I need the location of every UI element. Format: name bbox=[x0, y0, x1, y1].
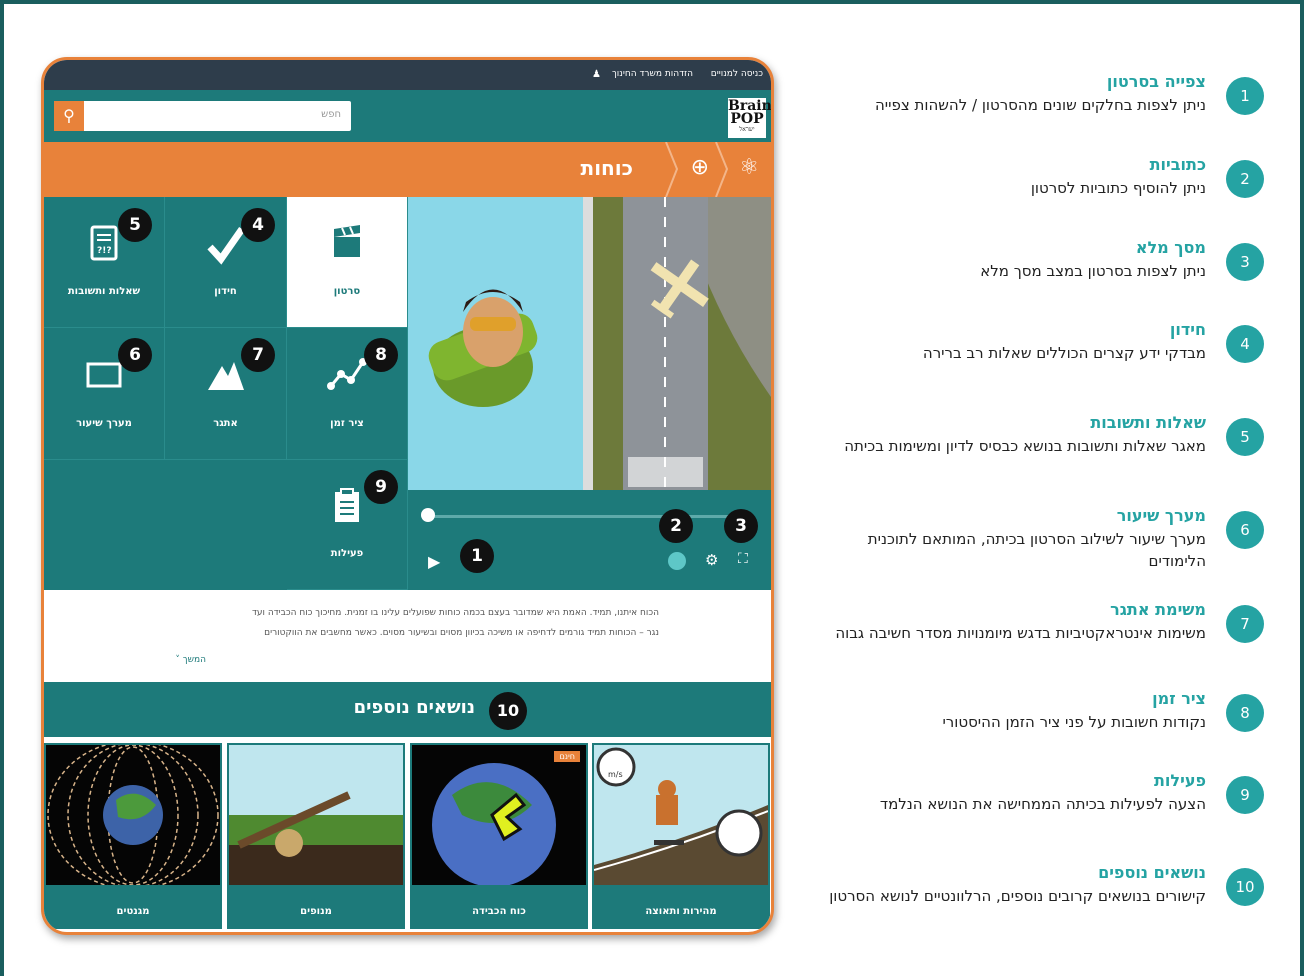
legend-title: משימת אתגר bbox=[1110, 600, 1206, 619]
topic-card-magnets[interactable]: מגנטים bbox=[44, 743, 222, 929]
ministry-login-link[interactable]: הזדהות משרד החינוך bbox=[612, 69, 693, 79]
legend-title: שאלות ותשובות bbox=[1090, 413, 1206, 432]
legend-number: 1 bbox=[1226, 77, 1264, 115]
topic-card-label: מהירות ותאוצה bbox=[645, 906, 717, 917]
search-input[interactable]: חפש bbox=[321, 109, 341, 120]
video-illustration bbox=[428, 197, 771, 490]
clapperboard-icon bbox=[287, 225, 407, 268]
levers-image bbox=[229, 745, 403, 885]
description-line-2: נגר – הכוחות תמיד גורמים לדחיפה או משיכה… bbox=[264, 628, 659, 638]
topic-card-label: מגנטים bbox=[116, 906, 150, 917]
legend-title: פעילות bbox=[1154, 771, 1206, 790]
legend-title: חידון bbox=[1169, 320, 1206, 339]
progress-track[interactable] bbox=[423, 515, 753, 518]
quiz-label: חידון bbox=[214, 286, 237, 297]
progress-handle[interactable] bbox=[421, 508, 435, 522]
timeline-label: ציר זמן bbox=[330, 418, 364, 429]
brainpop-page-mockup: כניסה למנויים הזדהות משרד החינוך ♟ Brain… bbox=[41, 57, 774, 935]
logo-text-sub: ישראל bbox=[739, 126, 755, 133]
magnets-image bbox=[46, 745, 220, 885]
movie-tile[interactable]: סרטון bbox=[287, 197, 408, 328]
legend-number: 7 bbox=[1226, 605, 1264, 643]
free-badge: חינם bbox=[554, 751, 580, 762]
badge-3: 3 bbox=[724, 509, 758, 543]
video-controls: ▶ ⚙ ⛶ bbox=[408, 490, 771, 590]
badge-6: 6 bbox=[118, 338, 152, 372]
speed-dial-unit: m/s bbox=[608, 770, 623, 779]
legend-number: 2 bbox=[1226, 160, 1264, 198]
science-atom-icon[interactable]: ⚛ bbox=[739, 155, 759, 180]
more-topics-bar: נושאים נוספים 10 bbox=[44, 682, 771, 737]
legend-number: 4 bbox=[1226, 325, 1264, 363]
legend-number: 3 bbox=[1226, 243, 1264, 281]
legend-desc: הצעה לפעילות בכיתה הממחישה את הנושא הנלמ… bbox=[879, 795, 1206, 813]
speed-image: m/s bbox=[594, 745, 768, 885]
video-frame[interactable] bbox=[408, 197, 771, 490]
legend-desc: ניתן לצפות בסרטון במצב מסך מלא bbox=[980, 262, 1206, 280]
topic-card-levers[interactable]: מנופים bbox=[227, 743, 405, 929]
read-more-link[interactable]: המשך ˅ bbox=[175, 655, 206, 665]
legend-title: צפייה בסרטון bbox=[1106, 72, 1206, 91]
badge-5: 5 bbox=[118, 208, 152, 242]
legend-desc: ניתן להוסיף כתוביות לסרטון bbox=[1030, 179, 1206, 197]
top-bar: כניסה למנויים הזדהות משרד החינוך ♟ bbox=[44, 60, 771, 90]
play-icon[interactable]: ▶ bbox=[428, 552, 440, 571]
brainpop-logo[interactable]: Brain POP ישראל bbox=[728, 98, 771, 138]
legend-number: 8 bbox=[1226, 694, 1264, 732]
user-icon: ♟ bbox=[592, 69, 601, 80]
badge-1: 1 bbox=[460, 539, 494, 573]
captions-icon[interactable] bbox=[668, 552, 686, 570]
badge-8: 8 bbox=[364, 338, 398, 372]
svg-text:?!?: ?!? bbox=[97, 246, 112, 256]
legend-number: 5 bbox=[1226, 418, 1264, 456]
legend-desc: נקודות חשובות על פני ציר הזמן ההיסטורי bbox=[942, 713, 1206, 731]
gravity-image: חינם bbox=[412, 745, 586, 885]
logo-text-pop: POP bbox=[730, 111, 764, 127]
legend-desc: מבדקי ידע קצרים הכוללים שאלות רב ברירה bbox=[922, 344, 1206, 362]
topic-title: כוחות bbox=[580, 156, 633, 180]
login-link[interactable]: כניסה למנויים bbox=[711, 69, 763, 79]
badge-7: 7 bbox=[241, 338, 275, 372]
topic-bar: ⚛ ⊕ כוחות bbox=[44, 142, 771, 197]
badge-9: 9 bbox=[364, 470, 398, 504]
topic-description: הכוח איתנו, תמיד. האמת היא שמדובר בעצם ב… bbox=[44, 590, 771, 682]
site-header: Brain POP ישראל ⚲ חפש bbox=[44, 90, 771, 142]
topic-card-label: מנופים bbox=[300, 906, 332, 917]
topic-card-speed[interactable]: m/s מהירות ותאוצה bbox=[592, 743, 770, 929]
qa-label: שאלות ותשובות bbox=[67, 286, 141, 297]
badge-2: 2 bbox=[659, 509, 693, 543]
more-topics-title: נושאים נוספים bbox=[353, 697, 475, 718]
badge-4: 4 bbox=[241, 208, 275, 242]
search-box[interactable]: ⚲ חפש bbox=[54, 101, 351, 131]
legend-title: ציר זמן bbox=[1152, 689, 1206, 708]
legend-title: מסך מלא bbox=[1135, 238, 1206, 257]
settings-gear-icon[interactable]: ⚙ bbox=[705, 551, 718, 569]
legend-desc: מאגר שאלות ותשובות בנושא כבסיס לדיון ומש… bbox=[844, 437, 1206, 455]
topic-card-gravity[interactable]: חינם כוח הכבידה bbox=[410, 743, 588, 929]
legend-number: 9 bbox=[1226, 776, 1264, 814]
challenge-label: אתגר bbox=[213, 418, 238, 429]
search-icon[interactable]: ⚲ bbox=[54, 101, 84, 131]
badge-10: 10 bbox=[489, 692, 527, 730]
description-line-1: הכוח איתנו, תמיד. האמת היא שמדובר בעצם ב… bbox=[251, 608, 659, 618]
activities-label: פעילות bbox=[330, 548, 364, 559]
lesson-plan-label: מערך שיעור bbox=[76, 418, 132, 429]
legend-title: נושאים נוספים bbox=[1098, 863, 1206, 882]
fullscreen-icon[interactable]: ⛶ bbox=[738, 551, 748, 567]
legend-desc: קישורים בנושאים קרובים נוספים, הרלוונטיי… bbox=[829, 887, 1206, 905]
forces-topic-icon[interactable]: ⊕ bbox=[691, 155, 709, 180]
empty-panel bbox=[44, 460, 287, 590]
legend-number: 6 bbox=[1226, 511, 1264, 549]
legend-desc: משימות אינטראקטיביות בדגש מיומנויות מסדר… bbox=[835, 624, 1206, 642]
legend-title: מערך שיעור bbox=[1116, 506, 1206, 525]
legend-number: 10 bbox=[1226, 868, 1264, 906]
movie-label: סרטון bbox=[333, 286, 361, 297]
topic-card-label: כוח הכבידה bbox=[472, 906, 526, 917]
legend-desc: ניתן לצפות בחלקים שונים מהסרטון / להשהות… bbox=[874, 96, 1206, 114]
legend-title: כתוביות bbox=[1149, 155, 1206, 174]
legend-desc: מערך שיעור לשילוב הסרטון בכיתה, המותאם ל… bbox=[867, 530, 1206, 570]
